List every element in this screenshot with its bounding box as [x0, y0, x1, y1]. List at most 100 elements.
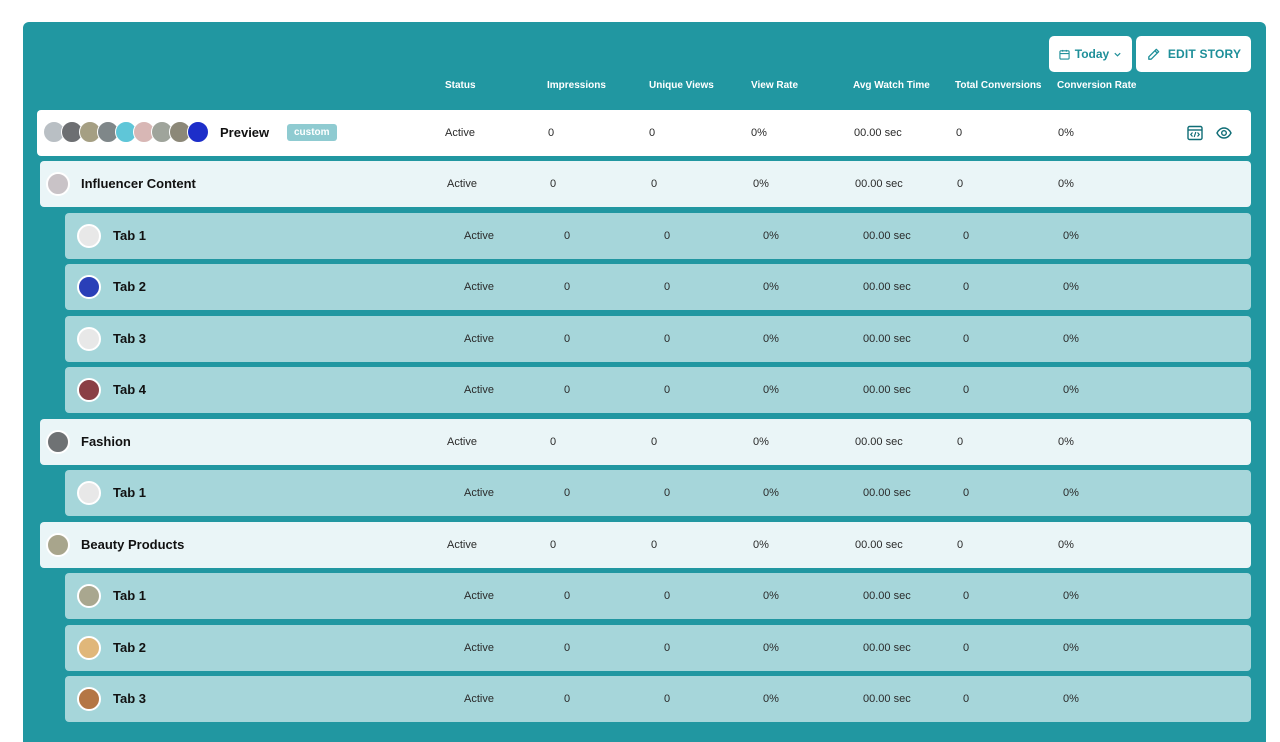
impressions-cell: 0: [564, 487, 571, 499]
preview-row[interactable]: Preview custom Active 0 0 0% 00.00 sec 0…: [37, 110, 1251, 156]
avg-watch-time-cell: 00.00 sec: [863, 333, 911, 345]
list-item[interactable]: Tab 1 Active 0 0 0% 00.00 sec 0 0%: [65, 470, 1251, 516]
total-conversions-cell: 0: [963, 693, 970, 705]
avatar: [46, 430, 70, 454]
avatar: [77, 224, 101, 248]
impressions-cell: 0: [550, 436, 557, 448]
total-conversions-cell: 0: [956, 127, 963, 139]
list-item[interactable]: Tab 1 Active 0 0 0% 00.00 sec 0 0%: [65, 573, 1251, 619]
list-item[interactable]: Tab 3 Active 0 0 0% 00.00 sec 0 0%: [65, 676, 1251, 722]
list-item[interactable]: Beauty Products Active 0 0 0% 00.00 sec …: [40, 522, 1251, 568]
row-name: Tab 3: [113, 691, 146, 706]
row-name: Influencer Content: [81, 176, 196, 191]
pencil-icon: [1147, 48, 1160, 60]
status-cell: Active: [447, 539, 477, 551]
unique-views-cell: 0: [664, 384, 671, 396]
view-rate-cell: 0%: [763, 230, 779, 242]
status-cell: Active: [447, 436, 477, 448]
edit-story-label: EDIT STORY: [1167, 47, 1242, 61]
column-header-conversion-rate: Conversion Rate: [1057, 80, 1137, 91]
view-rate-cell: 0%: [763, 642, 779, 654]
total-conversions-cell: 0: [963, 333, 970, 345]
list-item[interactable]: Tab 2 Active 0 0 0% 00.00 sec 0 0%: [65, 625, 1251, 671]
date-range-label: Today: [1074, 47, 1110, 61]
impressions-cell: 0: [550, 178, 557, 190]
avg-watch-time-cell: 00.00 sec: [855, 539, 903, 551]
status-cell: Active: [464, 590, 494, 602]
unique-views-cell: 0: [664, 487, 671, 499]
embed-code-icon[interactable]: [1187, 125, 1203, 141]
edit-story-button[interactable]: EDIT STORY: [1136, 36, 1251, 72]
conversion-rate-cell: 0%: [1058, 436, 1074, 448]
conversion-rate-cell: 0%: [1058, 127, 1074, 139]
unique-views-cell: 0: [651, 436, 658, 448]
impressions-cell: 0: [564, 642, 571, 654]
custom-badge: custom: [287, 124, 337, 141]
conversion-rate-cell: 0%: [1063, 642, 1079, 654]
total-conversions-cell: 0: [957, 436, 964, 448]
row-name: Tab 1: [113, 588, 146, 603]
avg-watch-time-cell: 00.00 sec: [863, 642, 911, 654]
unique-views-cell: 0: [664, 642, 671, 654]
list-item[interactable]: Tab 2 Active 0 0 0% 00.00 sec 0 0%: [65, 264, 1251, 310]
status-cell: Active: [464, 230, 494, 242]
avatar: [77, 378, 101, 402]
avg-watch-time-cell: 00.00 sec: [863, 487, 911, 499]
total-conversions-cell: 0: [963, 230, 970, 242]
list-item[interactable]: Tab 3 Active 0 0 0% 00.00 sec 0 0%: [65, 316, 1251, 362]
status-cell: Active: [464, 487, 494, 499]
status-cell: Active: [464, 281, 494, 293]
conversion-rate-cell: 0%: [1063, 281, 1079, 293]
row-name: Tab 2: [113, 640, 146, 655]
view-rate-cell: 0%: [753, 178, 769, 190]
avatar: [46, 533, 70, 557]
row-name: Tab 4: [113, 382, 146, 397]
eye-icon[interactable]: [1216, 125, 1232, 141]
column-header-status: Status: [445, 80, 476, 91]
conversion-rate-cell: 0%: [1063, 333, 1079, 345]
total-conversions-cell: 0: [963, 281, 970, 293]
total-conversions-cell: 0: [963, 642, 970, 654]
list-item[interactable]: Fashion Active 0 0 0% 00.00 sec 0 0%: [40, 419, 1251, 465]
date-range-dropdown[interactable]: Today: [1049, 36, 1132, 72]
column-header-view-rate: View Rate: [751, 80, 799, 91]
conversion-rate-cell: 0%: [1063, 384, 1079, 396]
row-name: Beauty Products: [81, 537, 185, 552]
unique-views-cell: 0: [649, 127, 656, 139]
conversion-rate-cell: 0%: [1063, 693, 1079, 705]
column-header-impressions: Impressions: [547, 80, 606, 91]
total-conversions-cell: 0: [963, 590, 970, 602]
row-name: Tab 1: [113, 485, 146, 500]
view-rate-cell: 0%: [753, 539, 769, 551]
story-name: Preview: [220, 125, 270, 140]
total-conversions-cell: 0: [957, 178, 964, 190]
row-name: Tab 1: [113, 228, 146, 243]
avg-watch-time-cell: 00.00 sec: [855, 178, 903, 190]
status-cell: Active: [447, 178, 477, 190]
list-item[interactable]: Tab 1 Active 0 0 0% 00.00 sec 0 0%: [65, 213, 1251, 259]
row-name: Tab 3: [113, 331, 146, 346]
avg-watch-time-cell: 00.00 sec: [854, 127, 902, 139]
column-header-total-conversions: Total Conversions: [955, 80, 1042, 91]
calendar-icon: [1059, 49, 1070, 60]
avatar: [77, 584, 101, 608]
avatar: [77, 275, 101, 299]
list-item[interactable]: Influencer Content Active 0 0 0% 00.00 s…: [40, 161, 1251, 207]
unique-views-cell: 0: [651, 178, 658, 190]
impressions-cell: 0: [550, 539, 557, 551]
view-rate-cell: 0%: [763, 693, 779, 705]
list-item[interactable]: Tab 4 Active 0 0 0% 00.00 sec 0 0%: [65, 367, 1251, 413]
impressions-cell: 0: [564, 281, 571, 293]
column-header-unique-views: Unique Views: [649, 80, 714, 91]
conversion-rate-cell: 0%: [1058, 539, 1074, 551]
conversion-rate-cell: 0%: [1063, 230, 1079, 242]
impressions-cell: 0: [564, 384, 571, 396]
view-rate-cell: 0%: [763, 487, 779, 499]
avatar: [77, 687, 101, 711]
view-rate-cell: 0%: [763, 333, 779, 345]
column-header-avg-watch-time: Avg Watch Time: [853, 80, 930, 91]
avatar: [187, 121, 209, 143]
conversion-rate-cell: 0%: [1058, 178, 1074, 190]
avatar: [77, 327, 101, 351]
impressions-cell: 0: [564, 693, 571, 705]
